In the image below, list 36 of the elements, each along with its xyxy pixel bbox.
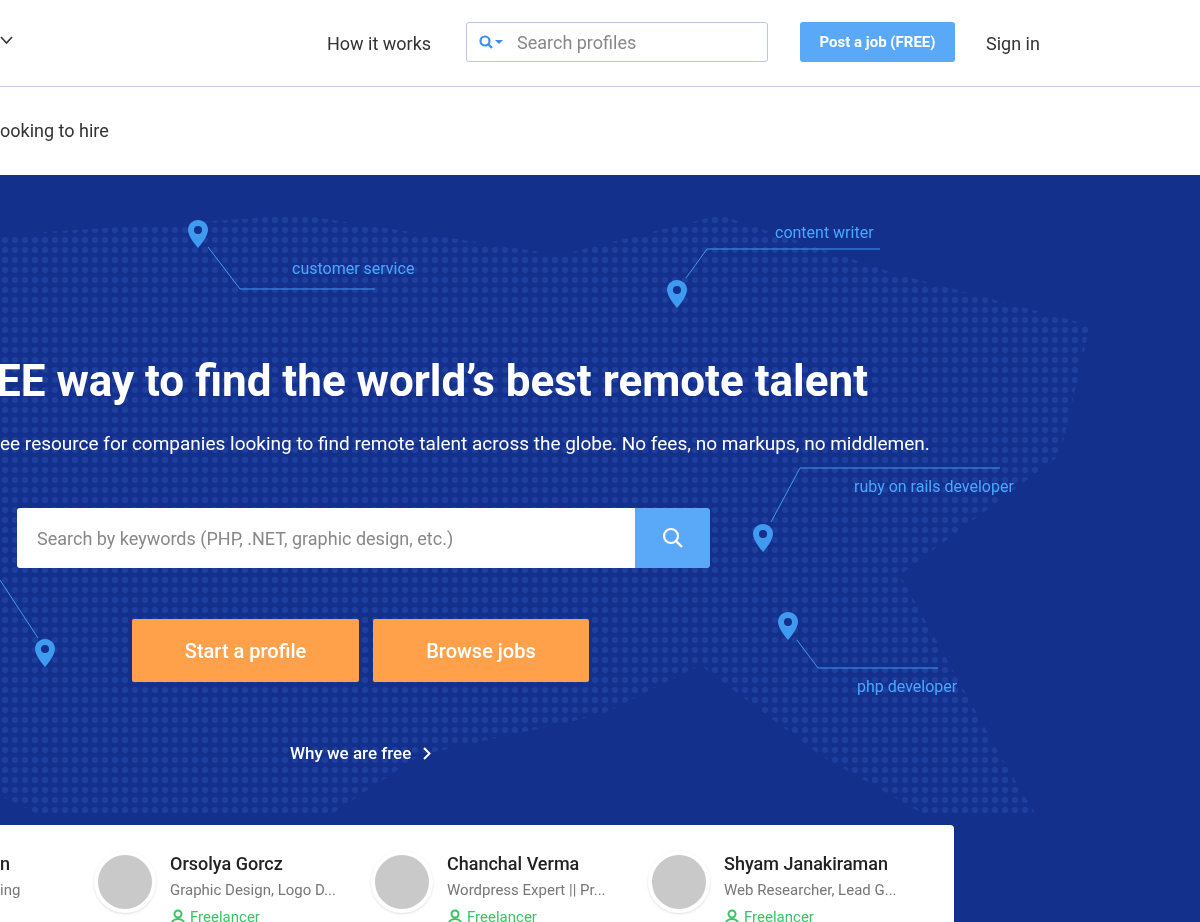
search-dropdown-icon[interactable]: [479, 35, 505, 49]
skill-label: customer service: [292, 258, 415, 280]
profile-name: Chanchal Verma: [447, 853, 581, 875]
why-free-link[interactable]: Why we are free: [290, 741, 432, 767]
nav-link[interactable]: How it works: [327, 30, 432, 57]
map-pin-icon: [34, 638, 56, 668]
profile-name: n: [0, 853, 12, 875]
skill-label: php developer: [857, 676, 958, 698]
search-icon: [661, 527, 684, 549]
sign-in-link[interactable]: Sign in: [986, 30, 1040, 57]
profile-type: Freelancer: [467, 906, 537, 922]
map-pin-icon: [752, 523, 774, 553]
profile-name: Orsolya Gorcz: [170, 853, 284, 875]
user-icon: [170, 908, 186, 922]
chevron-down-icon[interactable]: [0, 36, 13, 45]
keyword-search-field[interactable]: Search by keywords (PHP, .NET, graphic design, etc.): [17, 508, 635, 568]
skill-label: ruby on rails developer: [854, 476, 1014, 498]
profile-type: Freelancer: [744, 906, 814, 922]
search-field[interactable]: Search profiles: [466, 22, 768, 62]
search-button[interactable]: [635, 508, 710, 568]
profile-role: ing: [0, 880, 22, 901]
profile-type: Freelancer: [190, 906, 260, 922]
subheader-text: ooking to hire: [0, 119, 109, 143]
user-icon: [724, 908, 740, 922]
profile-role: Web Researcher, Lead G...: [724, 880, 897, 901]
user-icon: [447, 908, 463, 922]
hero-subtitle: ee resource for companies looking to find remote talent across the globe. No fees, no markups, no middlemen.: [0, 431, 930, 457]
map-pin-icon: [187, 219, 209, 249]
map-pin-icon: [777, 611, 799, 641]
profile-role: Graphic Design, Logo D...: [170, 880, 336, 901]
profile-role: Wordpress Expert || Pr...: [447, 880, 606, 901]
profile-name: Shyam Janakiraman: [724, 853, 889, 875]
map-pin-icon: [666, 279, 688, 309]
leader-line: [0, 580, 38, 638]
chevron-right-icon: [423, 747, 432, 761]
skill-label: content writer: [775, 222, 874, 244]
